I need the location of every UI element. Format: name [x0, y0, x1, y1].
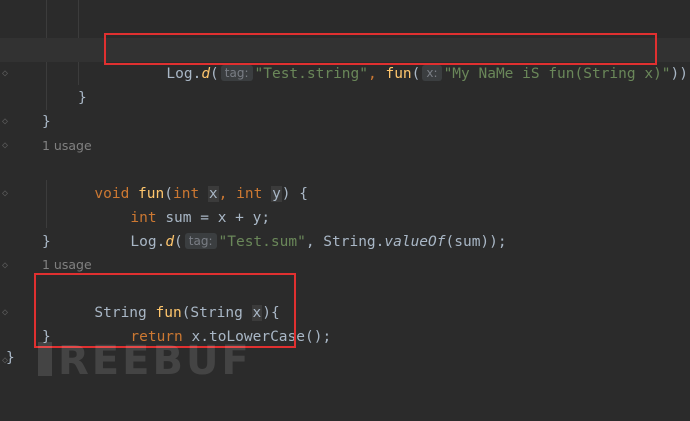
annotation-box [34, 273, 296, 348]
annotation-box [104, 33, 657, 65]
fold-icon[interactable]: ◇ [0, 62, 10, 86]
usage-hint[interactable]: 1 usage [0, 134, 690, 158]
param-hint: x: [422, 65, 442, 81]
code-editor[interactable]: fun(x:40, y:30); ◇ Log.d(tag:"Test.strin… [0, 0, 690, 384]
code-line[interactable]: ◇ void fun(int x, int y) { [0, 158, 690, 202]
watermark: REEBUF [58, 338, 252, 384]
code-line[interactable]: ◇ } [0, 110, 690, 151]
code-line[interactable]: Log.d(tag: "Test.sum", String.valueOf(sum… [0, 206, 690, 250]
param-hint: tag: [220, 65, 253, 81]
code-line[interactable]: int sum = x + y; [0, 182, 690, 226]
code-line[interactable]: ◇ } [0, 86, 690, 127]
watermark-logo [38, 342, 52, 376]
code-line[interactable]: ◇ } [0, 230, 690, 271]
